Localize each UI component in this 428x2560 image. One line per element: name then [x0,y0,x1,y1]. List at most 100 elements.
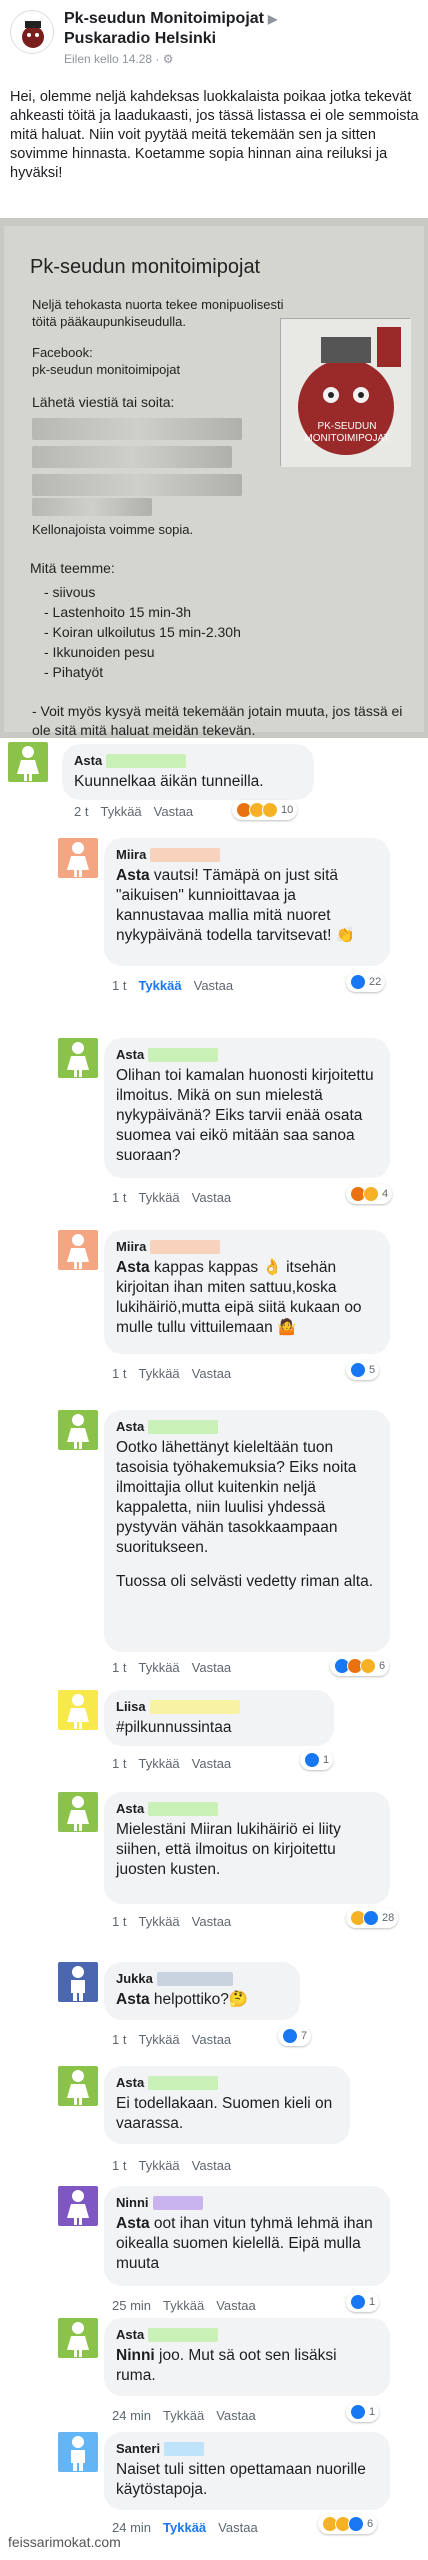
comment-time[interactable]: 25 min [112,2298,151,2313]
commenter-name[interactable]: Asta [74,753,102,768]
reply-link[interactable]: Vastaa [192,1366,232,1381]
comment-time[interactable]: 1 t [112,1190,126,1205]
reaction-summary[interactable]: 4 [346,1184,393,1204]
reaction-summary[interactable]: 6 [330,1656,390,1676]
like-link[interactable]: Tykkää [138,1756,179,1771]
comment-time[interactable]: 1 t [112,1366,126,1381]
avatar[interactable] [58,1962,98,2002]
blurred-surname [164,2441,205,2456]
page-avatar[interactable] [10,10,54,54]
avatar[interactable] [58,1038,98,1078]
reply-link[interactable]: Vastaa [192,2158,232,2173]
mention-link[interactable]: Asta [116,1259,150,1276]
commenter-name[interactable]: Jukka [116,1971,153,1986]
comment-body: kappas kappas 👌 itsehän kirjoitan ihan m… [116,1259,362,1336]
like-link[interactable]: Tykkää [138,2032,179,2047]
avatar[interactable] [58,1690,98,1730]
reply-link[interactable]: Vastaa [218,2520,258,2535]
like-link[interactable]: Tykkää [138,2158,179,2173]
reaction-summary[interactable]: 28 [346,1908,399,1928]
comment-body: oot ihan vitun tyhmä lehmä ihan oikealla… [116,2215,373,2272]
reply-link[interactable]: Vastaa [192,1756,232,1771]
post-time[interactable]: Eilen kello 14.28 · ⚙ [64,52,173,66]
comment-time[interactable]: 2 t [74,804,88,819]
avatar[interactable] [58,1792,98,1832]
commenter-name[interactable]: Santeri [116,2441,160,2456]
like-link[interactable]: Tykkää [163,2520,206,2535]
service-item: - Lastenhoito 15 min-3h [44,604,192,620]
comment: Miira Asta kappas kappas 👌 itsehän kirjo… [0,1230,428,1381]
comment-time[interactable]: 1 t [112,978,126,993]
blurred-surname [150,1239,221,1254]
female-user-icon [67,842,89,877]
comment-time[interactable]: 24 min [112,2520,151,2535]
reaction-summary[interactable]: 1 [346,2292,380,2312]
comment-time[interactable]: 24 min [112,2408,151,2423]
reply-link[interactable]: Vastaa [194,978,234,993]
comment-time[interactable]: 1 t [112,1660,126,1675]
comment-time[interactable]: 1 t [112,2032,126,2047]
like-link[interactable]: Tykkää [138,1190,179,1205]
comment-text: Olihan toi kamalan huonosti kirjoitettu … [116,1067,374,1164]
female-user-icon [17,746,39,781]
reaction-summary[interactable]: 22 [346,972,386,992]
reply-link[interactable]: Vastaa [192,1660,232,1675]
avatar[interactable] [58,2318,98,2358]
mention-link[interactable]: Asta [116,867,150,884]
like-link[interactable]: Tykkää [163,2298,204,2313]
comment-actions: 1 t Tykkää Vastaa [112,2032,243,2047]
like-link[interactable]: Tykkää [138,978,181,993]
reaction-summary[interactable]: 6 [318,2514,378,2534]
comment-actions: 1 t Tykkää Vastaa [112,2158,243,2173]
avatar[interactable] [8,742,48,782]
avatar[interactable] [58,2066,98,2106]
reaction-summary[interactable]: 7 [278,2026,312,2046]
comment-text: #pilkunnussintaa [116,1719,232,1736]
post-photo[interactable]: Pk-seudun monitoimipojat Neljä tehokasta… [0,218,428,738]
mention-link[interactable]: Asta [116,1991,150,2008]
reply-link[interactable]: Vastaa [192,1190,232,1205]
reply-link[interactable]: Vastaa [192,2032,232,2047]
reply-link[interactable]: Vastaa [216,2298,256,2313]
avatar[interactable] [58,2186,98,2226]
like-link[interactable]: Tykkää [138,1366,179,1381]
avatar[interactable] [58,2432,98,2472]
male-user-icon [71,1966,85,2001]
poster-paper: Pk-seudun monitoimipojat Neljä tehokasta… [4,226,424,738]
comment-time[interactable]: 1 t [112,2158,126,2173]
commenter-name[interactable]: Ninni [116,2195,149,2210]
mention-link[interactable]: Asta [116,2215,150,2232]
avatar[interactable] [58,1230,98,1270]
avatar[interactable] [58,838,98,878]
commenter-name[interactable]: Asta [116,1047,144,1062]
post-text: Hei, olemme neljä kahdeksas luokkalaista… [10,89,419,181]
like-link[interactable]: Tykkää [163,2408,204,2423]
comment-time[interactable]: 1 t [112,1914,126,1929]
commenter-name[interactable]: Miira [116,1239,146,1254]
reply-link[interactable]: Vastaa [216,2408,256,2423]
commenter-name[interactable]: Asta [116,1801,144,1816]
page-name-link[interactable]: Pk-seudun Monitoimipojat [64,10,264,27]
reaction-summary[interactable]: 1 [300,1750,334,1770]
commenter-name[interactable]: Asta [116,2327,144,2342]
service-item: - Koiran ulkoilutus 15 min-2.30h [44,624,241,640]
avatar[interactable] [58,1410,98,1450]
commenter-name[interactable]: Asta [116,2075,144,2090]
reaction-summary[interactable]: 1 [346,2402,380,2422]
like-link[interactable]: Tykkää [138,1914,179,1929]
like-link[interactable]: Tykkää [138,1660,179,1675]
reply-link[interactable]: Vastaa [192,1914,232,1929]
group-name-link[interactable]: Puskaradio Helsinki [64,30,216,48]
comment-time[interactable]: 1 t [112,1756,126,1771]
mention-link[interactable]: Ninni [116,2347,155,2364]
like-link[interactable]: Tykkää [100,804,141,819]
blurred-surname [148,1047,219,1062]
commenter-name[interactable]: Asta [116,1419,144,1434]
reaction-summary[interactable]: 5 [346,1360,380,1380]
reply-link[interactable]: Vastaa [154,804,194,819]
commenter-name[interactable]: Liisa [116,1699,146,1714]
like-reaction-icon [304,1752,320,1768]
commenter-name[interactable]: Miira [116,847,146,862]
comment-text: Asta kappas kappas 👌 itsehän kirjoitan i… [116,1258,378,1338]
reaction-summary[interactable]: 10 [232,800,298,820]
